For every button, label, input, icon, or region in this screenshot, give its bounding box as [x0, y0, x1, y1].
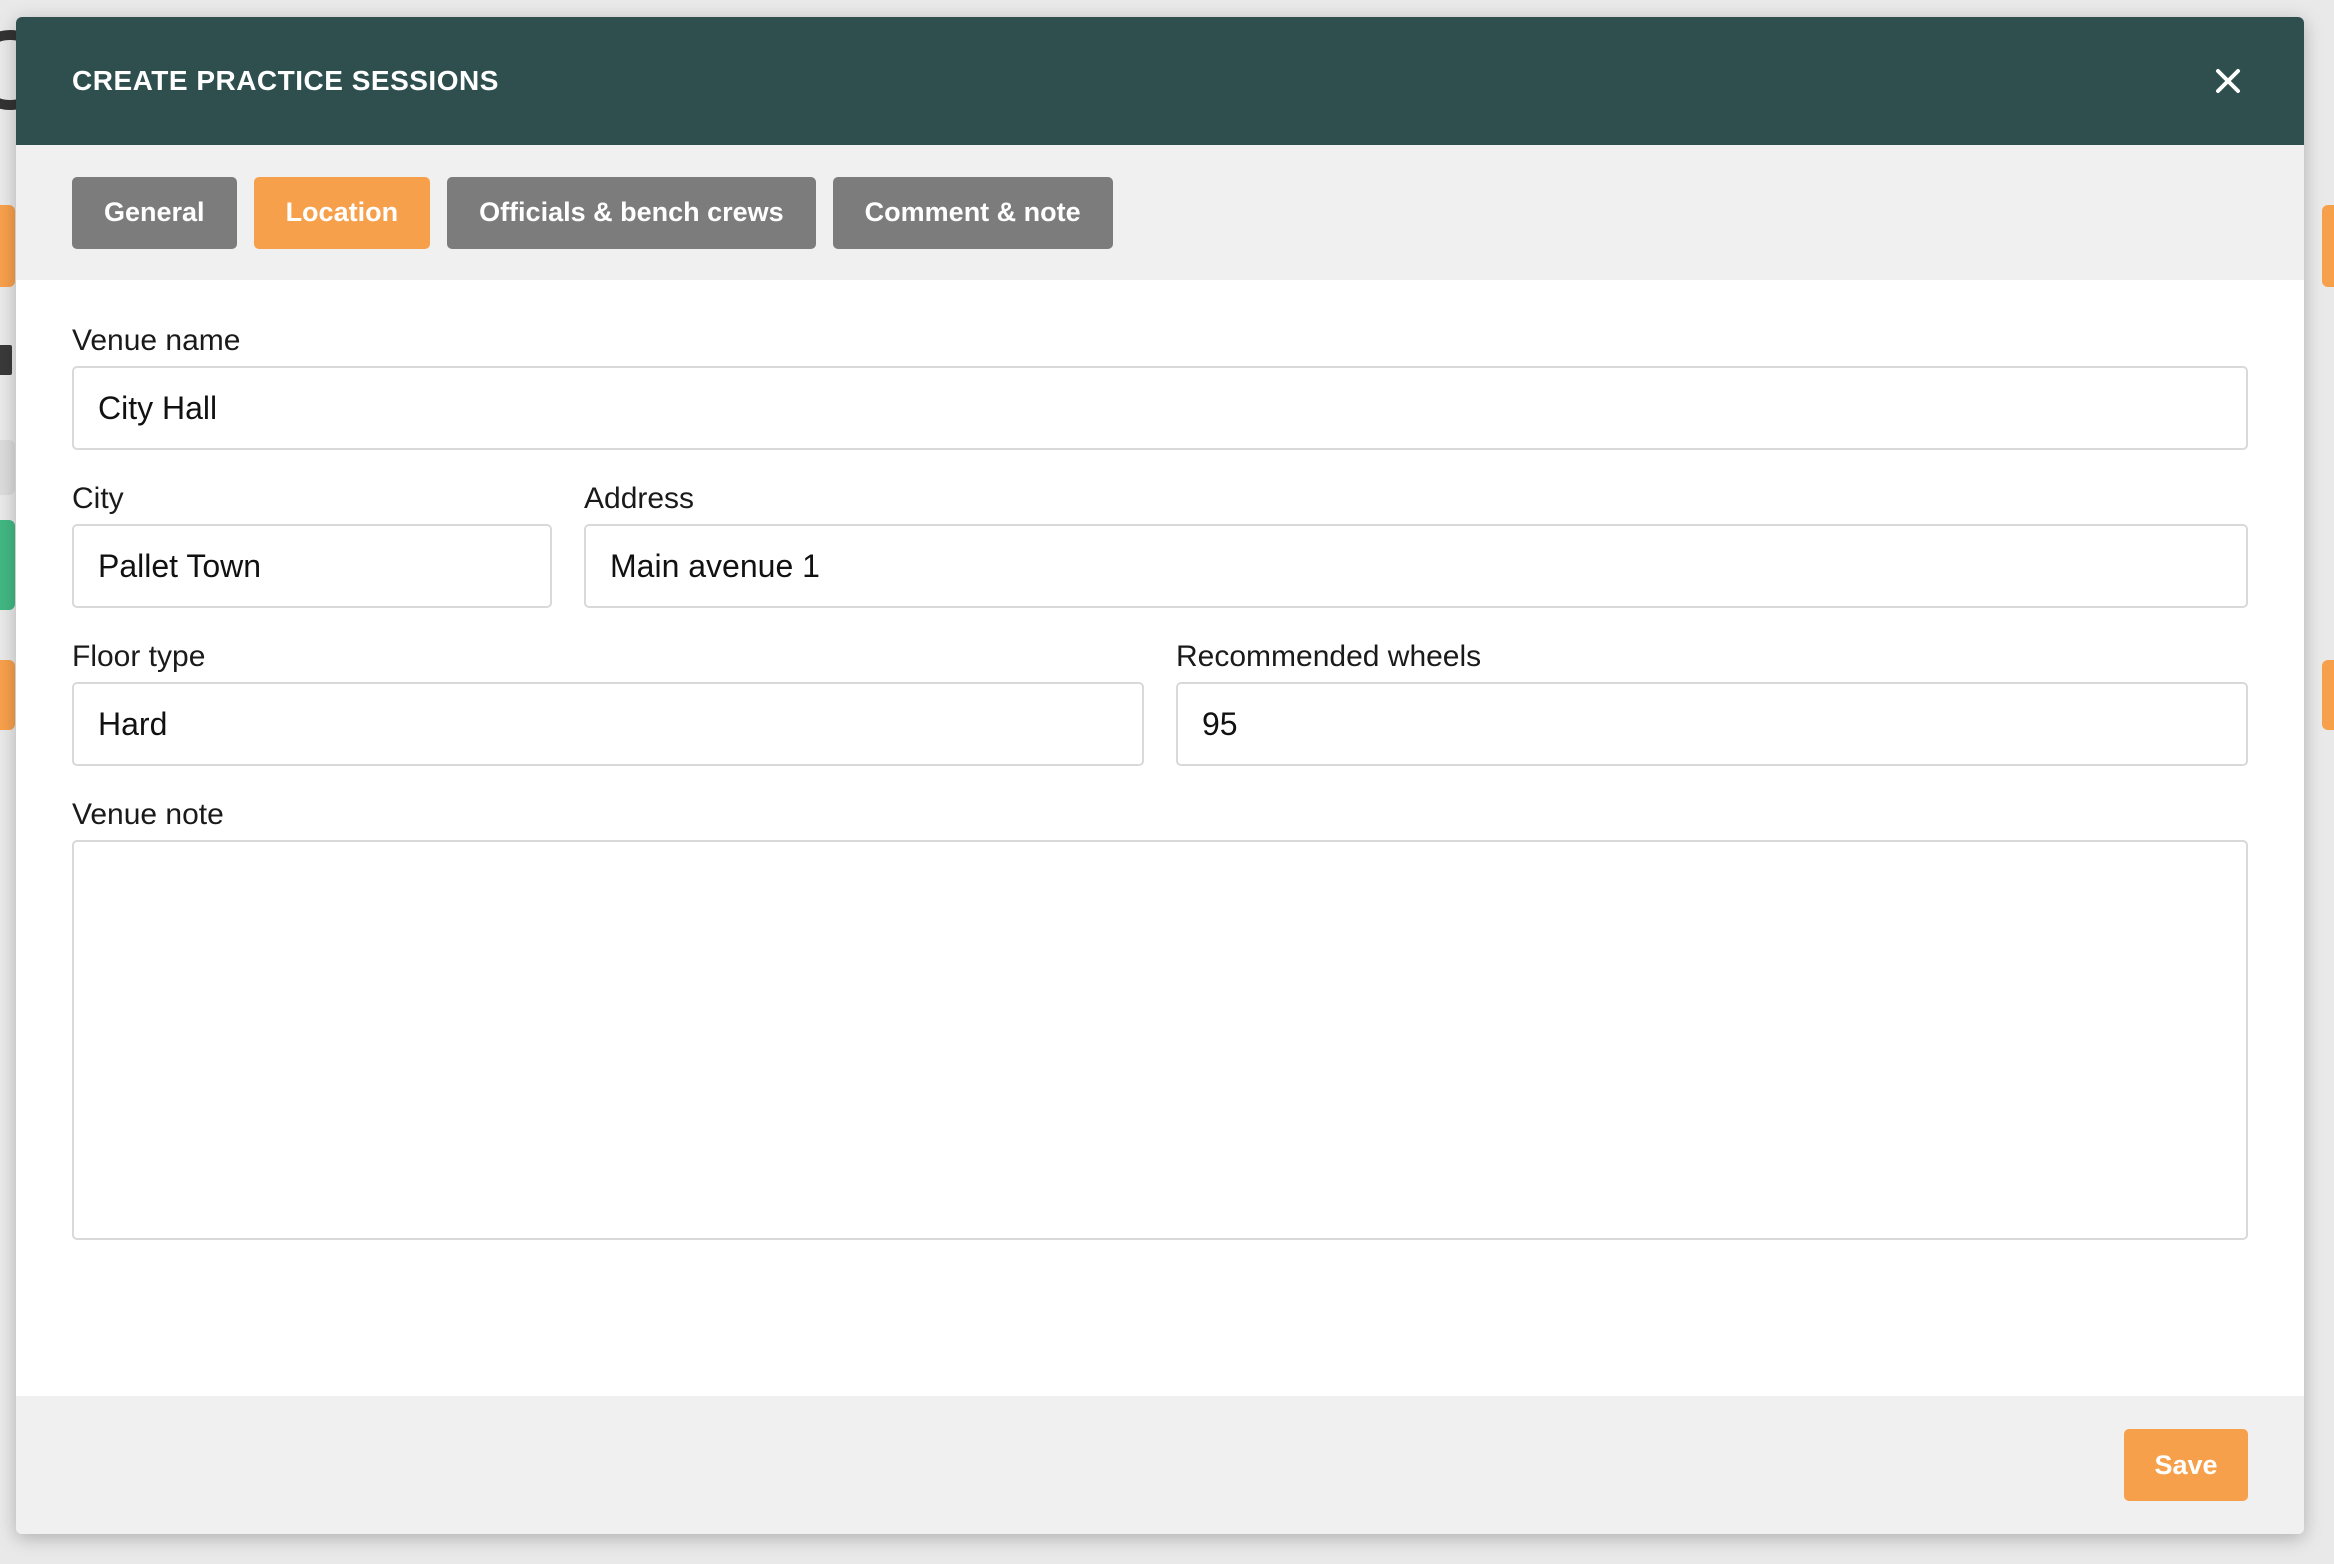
address-input[interactable]: Main avenue 1 [584, 524, 2248, 608]
recommended-wheels-label: Recommended wheels [1176, 640, 1482, 673]
modal-title: CREATE PRACTICE SESSIONS [72, 65, 499, 96]
save-button[interactable]: Save [2124, 1429, 2248, 1501]
venue-note-row: Venue note [72, 798, 2248, 1240]
address-label: Address [584, 482, 695, 515]
venue-name-group: Venue name City Hall [72, 324, 2248, 450]
venue-name-input[interactable]: City Hall [72, 366, 2248, 450]
recommended-wheels-group: Recommended wheels 95 [1176, 640, 2248, 766]
tab-general[interactable]: General [72, 176, 237, 249]
floor-type-group: Floor type Hard [72, 640, 1144, 766]
city-group: City Pallet Town [72, 482, 552, 608]
venue-note-group: Venue note [72, 798, 2248, 1240]
tab-officials-bench-crews[interactable]: Officials & bench crews [447, 176, 816, 249]
venue-note-textarea[interactable] [72, 840, 2248, 1240]
address-group: Address Main avenue 1 [584, 482, 2248, 608]
background-button-fragment [0, 660, 15, 730]
background-button-fragment [0, 205, 15, 287]
venue-name-label: Venue name [72, 324, 241, 357]
background-button-fragment [2322, 205, 2334, 287]
background-button-fragment [2322, 660, 2334, 730]
recommended-wheels-input[interactable]: 95 [1176, 682, 2248, 766]
background-text-fragment [0, 345, 12, 375]
tab-bar: General Location Officials & bench crews… [16, 145, 2304, 280]
venue-name-row: Venue name City Hall [72, 324, 2248, 450]
background-status-fragment [0, 520, 15, 610]
close-icon [2216, 69, 2240, 93]
modal-header: CREATE PRACTICE SESSIONS [16, 17, 2304, 145]
city-label: City [72, 482, 124, 515]
floor-type-label: Floor type [72, 640, 206, 673]
floor-type-input[interactable]: Hard [72, 682, 1144, 766]
tab-comment-note[interactable]: Comment & note [832, 176, 1113, 249]
background-card-fragment [0, 440, 15, 495]
venue-note-label: Venue note [72, 798, 224, 831]
location-form: Venue name City Hall City Pallet Town Ad… [16, 280, 2304, 1400]
modal-footer: Save [16, 1396, 2304, 1534]
close-button[interactable] [2204, 57, 2252, 105]
create-practice-sessions-modal: CREATE PRACTICE SESSIONS General Locatio… [16, 17, 2304, 1534]
city-input[interactable]: Pallet Town [72, 524, 552, 608]
floor-wheels-row: Floor type Hard Recommended wheels 95 [72, 640, 2248, 766]
tab-location[interactable]: Location [253, 176, 431, 249]
city-address-row: City Pallet Town Address Main avenue 1 [72, 482, 2248, 608]
